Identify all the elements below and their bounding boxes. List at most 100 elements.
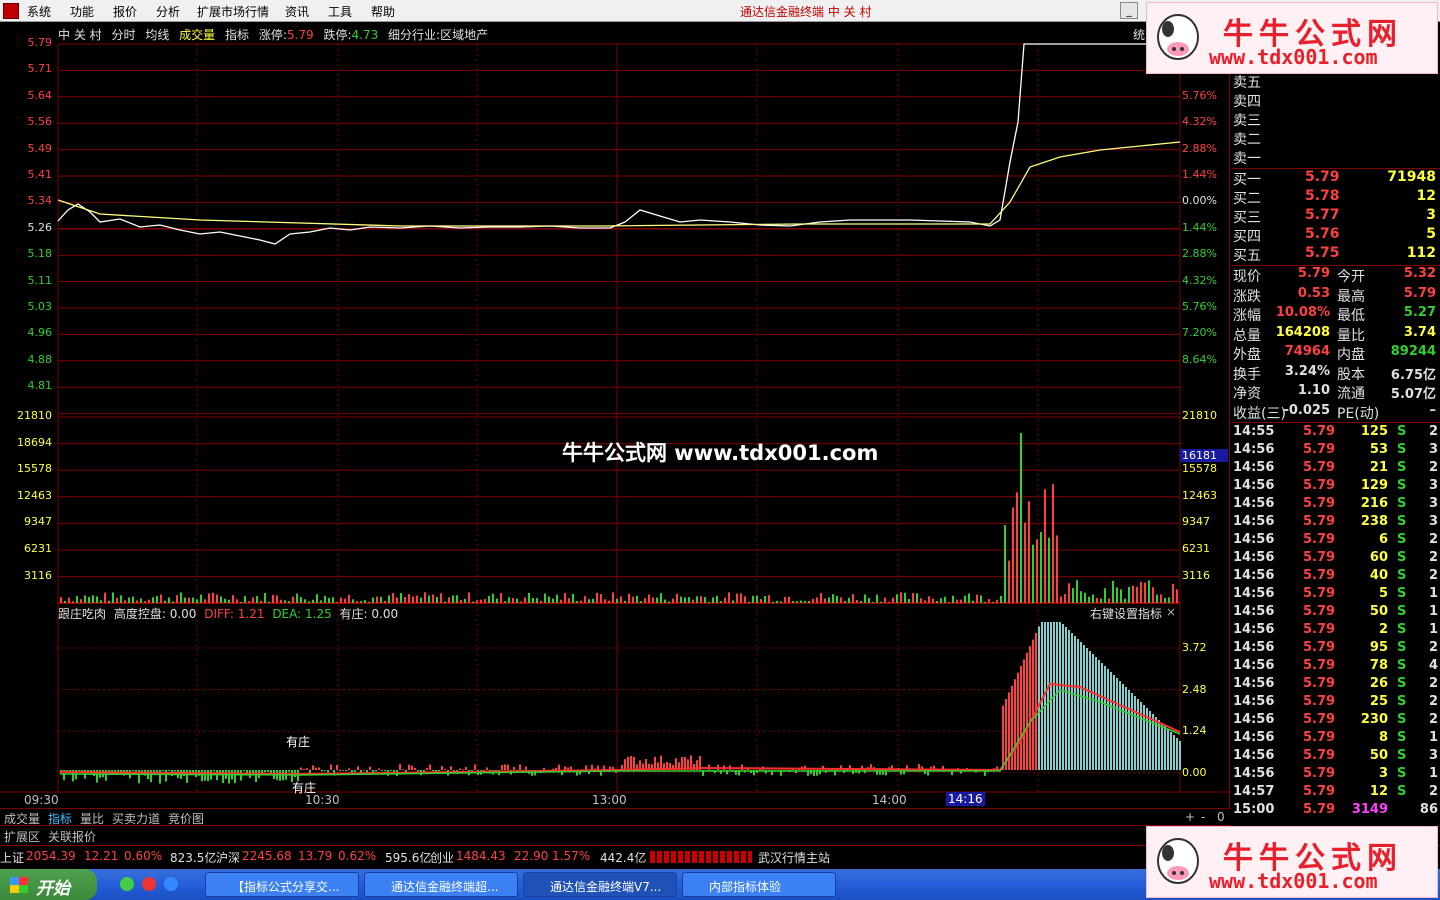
time-label-1030: 10:30 bbox=[305, 793, 340, 807]
indicator-bar bbox=[189, 770, 191, 773]
quote-value: 74964 bbox=[1284, 344, 1330, 359]
chart-svg bbox=[0, 43, 1230, 793]
volume-bar bbox=[780, 601, 782, 603]
sz-index-label[interactable]: 沪深 bbox=[216, 849, 240, 866]
tick-volume: 95 bbox=[1369, 640, 1388, 655]
volume-bar bbox=[800, 600, 802, 603]
cy-index-label[interactable]: 创业 bbox=[430, 849, 454, 866]
taskbar-item-tdx-super[interactable]: 通达信金融终端超... bbox=[364, 872, 518, 897]
tick-time: 14:56 bbox=[1233, 586, 1275, 601]
vol-label-right: 21810 bbox=[1182, 409, 1217, 422]
buy-row[interactable]: 买二 5.78 12 bbox=[1233, 188, 1438, 207]
tab-ext-area[interactable]: 扩展区 bbox=[4, 828, 40, 845]
indicator-bar bbox=[375, 770, 377, 772]
menu-item-help[interactable]: 帮助 bbox=[371, 3, 395, 20]
buy-row[interactable]: 买一 5.79 71948 bbox=[1233, 169, 1438, 188]
menu-item-analysis[interactable]: 分析 bbox=[156, 3, 180, 20]
sell-row[interactable]: 卖二 bbox=[1233, 129, 1438, 148]
buy-row[interactable]: 买三 5.77 3 bbox=[1233, 207, 1438, 226]
quote-label: 净资 bbox=[1233, 386, 1261, 402]
taskbar-item-tdx-super-label: 通达信金融终端超... bbox=[391, 880, 499, 894]
volume-bar bbox=[184, 597, 186, 603]
sh-index-value: 2054.39 bbox=[26, 849, 76, 863]
quote-row: 总量 164208 量比 3.74 bbox=[1233, 325, 1438, 344]
intraday-chart-panel[interactable]: 中 关 村 分时 均线 成交量 指标 涨停:5.79 跌停:4.73 细分行业:… bbox=[0, 22, 1230, 808]
indicator-bar bbox=[1080, 642, 1082, 770]
quote-label: 收益(三) bbox=[1233, 405, 1286, 422]
taskbar-item-indicator[interactable]: 内部指标体验 bbox=[682, 872, 836, 897]
menu-item-tools[interactable]: 工具 bbox=[328, 3, 352, 20]
volume-bar bbox=[784, 597, 786, 603]
tick-row: 14:56 5.79 78 S 4 bbox=[1231, 658, 1440, 676]
indicator-bar bbox=[324, 770, 326, 772]
indicator-bar bbox=[486, 767, 488, 770]
buy-price: 5.76 bbox=[1305, 226, 1340, 242]
indicator-settings[interactable]: 右键设置指标 bbox=[1090, 605, 1162, 622]
tick-side: S bbox=[1397, 478, 1407, 493]
volume-bar bbox=[200, 594, 202, 603]
volume-bar bbox=[484, 598, 486, 603]
menu-item-function[interactable]: 功能 bbox=[70, 3, 94, 20]
indicator-bar bbox=[1125, 687, 1127, 770]
tick-row: 14:56 5.79 26 S 2 bbox=[1231, 676, 1440, 694]
menu-item-quote[interactable]: 报价 bbox=[113, 3, 137, 20]
buy-row[interactable]: 买五 5.75 112 bbox=[1233, 245, 1438, 264]
sell-row[interactable]: 卖五 bbox=[1233, 72, 1438, 91]
indicator-bar bbox=[1074, 636, 1076, 770]
indicator-bar bbox=[417, 770, 419, 772]
vol-label-left: 9347 bbox=[24, 515, 52, 529]
volume-bar bbox=[764, 596, 766, 603]
volume-bar bbox=[564, 593, 566, 603]
volume-bar bbox=[160, 594, 162, 603]
tick-side: S bbox=[1397, 496, 1407, 511]
tick-volume: 238 bbox=[1360, 514, 1388, 529]
sell-row[interactable]: 卖三 bbox=[1233, 110, 1438, 129]
indicator-bar bbox=[408, 764, 410, 770]
zoom-out-button[interactable]: - bbox=[1199, 810, 1207, 824]
indicator-bar bbox=[1029, 646, 1031, 770]
tick-time: 14:56 bbox=[1233, 478, 1275, 493]
indicator-name[interactable]: 跟庄吃肉 bbox=[58, 607, 106, 621]
menu-item-ext-market[interactable]: 扩展市场行情 bbox=[197, 3, 269, 20]
taskbar-item-formula[interactable]: 【指标公式分享交... bbox=[205, 872, 359, 897]
tab-related-quote[interactable]: 关联报价 bbox=[48, 828, 96, 845]
zoom-in-button[interactable]: + bbox=[1183, 810, 1197, 824]
server-station[interactable]: 武汉行情主站 bbox=[758, 849, 830, 866]
vol-label-left: 15578 bbox=[17, 462, 52, 476]
ie-icon[interactable] bbox=[164, 877, 178, 891]
minimize-icon[interactable]: _ bbox=[1120, 2, 1138, 19]
tick-time: 14:56 bbox=[1233, 496, 1275, 511]
indicator-bar bbox=[315, 767, 317, 770]
tick-volume: 26 bbox=[1369, 676, 1388, 691]
taskbar-item-tdx-v7[interactable]: 通达信金融终端V7... bbox=[523, 872, 677, 897]
volume-bar bbox=[260, 600, 262, 603]
tick-volume: 50 bbox=[1369, 748, 1388, 763]
indicator-bar bbox=[552, 768, 554, 770]
quote-row: 换手 3.24% 股本 6.75亿 bbox=[1233, 364, 1438, 383]
indicator-bar bbox=[309, 770, 311, 774]
volume-bar bbox=[1112, 580, 1114, 603]
indicator-bar bbox=[327, 770, 329, 773]
buy-row[interactable]: 买四 5.76 5 bbox=[1233, 226, 1438, 245]
volume-bar bbox=[400, 593, 402, 603]
tick-price: 5.79 bbox=[1303, 658, 1336, 673]
app-icon[interactable] bbox=[3, 3, 19, 19]
browser-icon[interactable] bbox=[142, 877, 156, 891]
vol-label-right: 15578 bbox=[1182, 462, 1217, 476]
menu-item-system[interactable]: 系统 bbox=[27, 3, 51, 20]
volume-bar bbox=[752, 595, 754, 603]
sh-index-label[interactable]: 上证 bbox=[0, 849, 24, 866]
sell-row[interactable]: 卖一 bbox=[1233, 148, 1438, 167]
volume-bar bbox=[648, 594, 650, 603]
sell-row[interactable]: 卖四 bbox=[1233, 91, 1438, 110]
tick-time: 14:56 bbox=[1233, 640, 1275, 655]
volume-bar bbox=[1004, 525, 1006, 603]
zoom-reset-button[interactable]: 0 bbox=[1215, 810, 1227, 824]
menu-item-news[interactable]: 资讯 bbox=[285, 3, 309, 20]
volume-bar bbox=[1148, 580, 1150, 603]
desktop-icon[interactable] bbox=[120, 877, 134, 891]
volume-bar bbox=[788, 596, 790, 603]
volume-bar bbox=[404, 597, 406, 603]
close-icon[interactable]: × bbox=[1166, 605, 1176, 619]
volume-bar bbox=[496, 598, 498, 603]
